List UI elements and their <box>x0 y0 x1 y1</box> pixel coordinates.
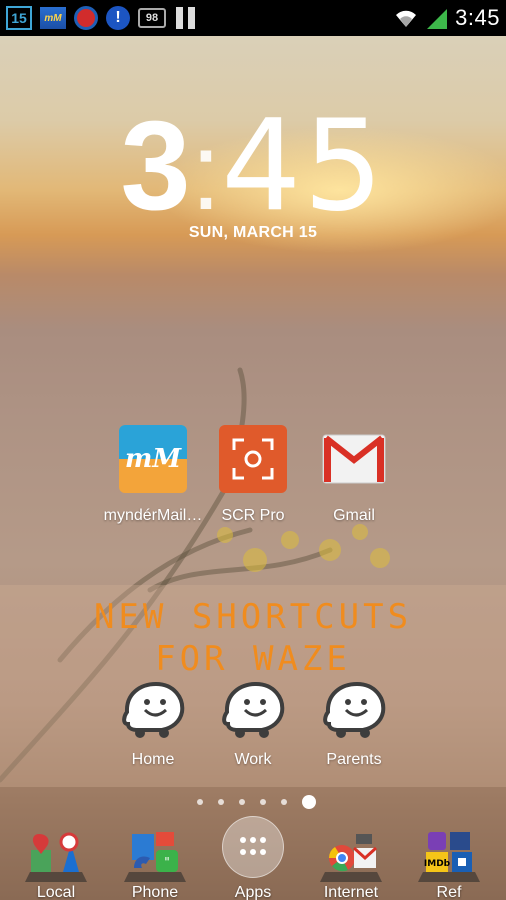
dock-folder-ref[interactable]: IMDb Ref <box>404 828 494 900</box>
waze-icon <box>222 681 285 738</box>
waze-shortcut-home[interactable]: Home <box>103 680 203 769</box>
app-scr-pro[interactable]: SCR Pro <box>198 425 308 525</box>
page-dot[interactable] <box>259 799 266 805</box>
clock-date[interactable]: SUN, MARCH 15 <box>0 224 506 242</box>
page-dot[interactable] <box>217 799 224 805</box>
dock-label: Apps <box>234 884 272 900</box>
dock-folder-phone[interactable]: " Phone <box>110 828 200 900</box>
page-dot[interactable] <box>196 799 203 805</box>
calendar-15-icon: 15 <box>6 6 32 30</box>
local-folder-icon <box>25 828 87 882</box>
waze-shortcut-label: Parents <box>326 751 382 768</box>
battery-98-icon: 98 <box>138 8 166 28</box>
alert-icon: ! <box>106 6 130 30</box>
battery-level: 98 <box>145 12 159 24</box>
myndermail-icon: mM <box>119 425 187 493</box>
pause-icon <box>174 7 196 29</box>
wifi-icon <box>396 10 417 27</box>
app-label: SCR Pro <box>221 507 285 524</box>
myndermail-icon: mM <box>40 7 66 29</box>
clock-widget[interactable]: 3:45 <box>0 92 506 239</box>
clock-separator: : <box>190 110 222 233</box>
app-drawer-icon[interactable] <box>222 816 284 878</box>
clock-minutes: 45 <box>221 92 386 239</box>
internet-folder-icon <box>320 828 382 882</box>
dock-folder-internet[interactable]: Internet <box>306 828 396 900</box>
svg-text:IMDb: IMDb <box>424 859 451 869</box>
ref-folder-icon: IMDb <box>418 828 480 882</box>
dock-folder-local[interactable]: Local <box>11 828 101 900</box>
status-time: 3:45 <box>455 5 500 30</box>
page-dot[interactable] <box>280 799 287 805</box>
red-circle-app-icon <box>74 6 98 30</box>
dock-label: Local <box>36 884 76 900</box>
waze-shortcut-label: Home <box>131 751 175 768</box>
svg-text:": " <box>164 855 170 869</box>
app-label: myndérMail… <box>103 507 203 524</box>
dock-label: Internet <box>323 884 379 900</box>
phone-folder-icon: " <box>124 828 186 882</box>
scr-pro-icon <box>219 425 287 493</box>
gmail-icon <box>320 425 388 493</box>
waze-shortcut-parents[interactable]: Parents <box>304 680 404 769</box>
waze-shortcut-work[interactable]: Work <box>203 680 303 769</box>
app-myndermail[interactable]: mM myndérMail… <box>98 425 208 525</box>
dock-label: Phone <box>131 884 179 900</box>
page-indicator <box>0 795 506 809</box>
app-label: Gmail <box>333 507 375 524</box>
dock-label: Ref <box>436 884 462 900</box>
status-bar: 15 mM ! 98 3:45 <box>0 0 506 36</box>
notification-number: 15 <box>11 10 27 26</box>
waze-icon <box>122 681 185 738</box>
waze-shortcut-label: Work <box>234 751 272 768</box>
page-dot-active[interactable] <box>301 795 316 809</box>
app-gmail[interactable]: Gmail <box>299 425 409 525</box>
waze-widget-title: NEW SHORTCUTS FOR WAZE <box>93 597 413 679</box>
signal-icon <box>427 9 448 29</box>
clock-hour: 3 <box>120 95 191 236</box>
page-dot[interactable] <box>238 799 245 805</box>
waze-icon <box>323 681 386 738</box>
